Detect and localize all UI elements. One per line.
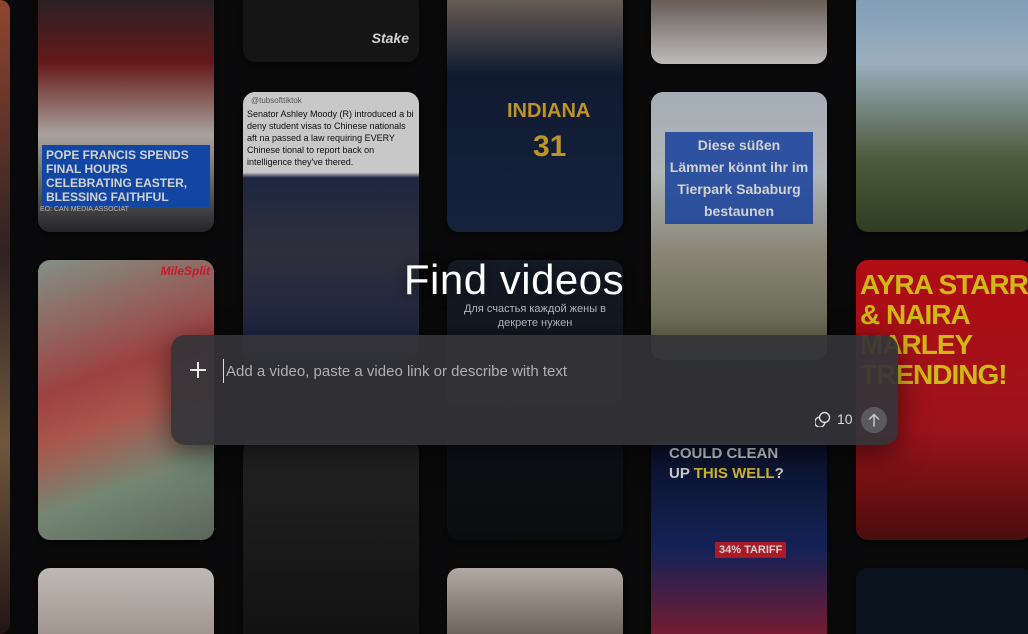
background-dim-overlay	[0, 0, 1028, 634]
submit-button[interactable]	[861, 407, 887, 433]
search-input[interactable]	[223, 359, 828, 383]
plus-icon[interactable]	[185, 357, 211, 383]
credit-count: 10	[837, 411, 853, 427]
credit-counter: 10	[815, 411, 853, 427]
page-title: Find videos	[403, 256, 625, 303]
arrow-up-icon	[868, 413, 880, 427]
search-box: 10	[171, 335, 898, 445]
coins-icon	[815, 411, 831, 427]
